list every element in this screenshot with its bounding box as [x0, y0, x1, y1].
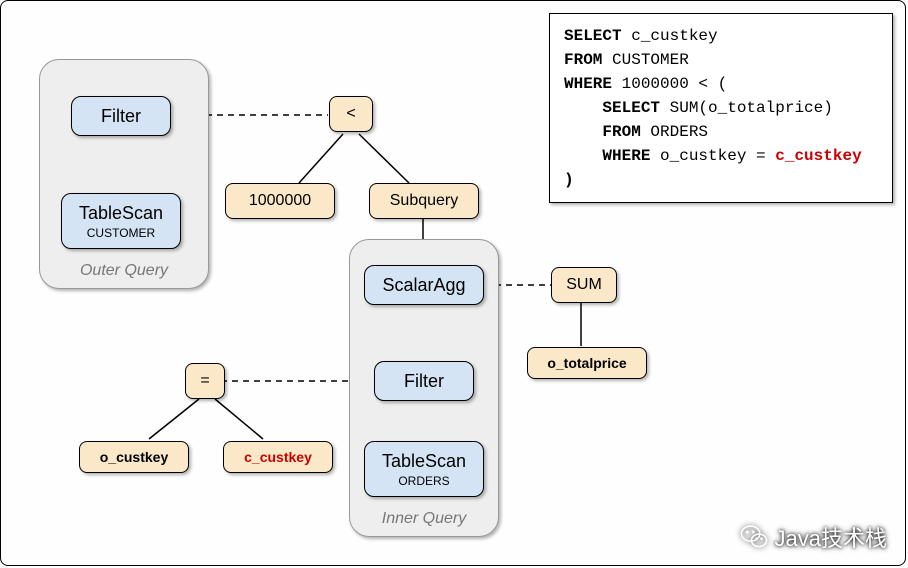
- totalprice-label: o_totalprice: [547, 355, 626, 371]
- inner-filter-node: Filter: [374, 361, 474, 401]
- wechat-icon: [739, 522, 769, 552]
- inner-filter-label: Filter: [404, 371, 444, 392]
- outer-tablescan-node: TableScan CUSTOMER: [61, 193, 181, 249]
- eq-operator: =: [185, 363, 225, 399]
- sql-indent: [564, 123, 602, 141]
- sql-kw: ): [564, 171, 574, 189]
- watermark: Java技术栈: [739, 521, 887, 553]
- sql-kw: SELECT: [564, 27, 622, 45]
- constant-million: 1000000: [225, 183, 335, 219]
- sql-indent: [564, 147, 602, 165]
- sql-kw: WHERE: [602, 147, 650, 165]
- outer-tablescan-label: TableScan: [79, 203, 163, 224]
- sum-node: SUM: [551, 267, 617, 303]
- outer-query-title: Outer Query: [40, 262, 208, 280]
- outer-query-group: Outer Query: [39, 59, 209, 289]
- ocustkey-node: o_custkey: [79, 441, 189, 473]
- sql-text: 1000000 < (: [612, 75, 727, 93]
- sql-text: o_custkey =: [650, 147, 775, 165]
- outer-filter-label: Filter: [101, 106, 141, 127]
- inner-tablescan-label: TableScan: [382, 451, 466, 472]
- ccustkey-node: c_custkey: [223, 441, 333, 473]
- ocustkey-label: o_custkey: [100, 449, 168, 465]
- million-label: 1000000: [249, 192, 311, 210]
- outer-filter-node: Filter: [71, 96, 171, 136]
- sql-red: c_custkey: [775, 147, 861, 165]
- lt-label: <: [346, 105, 355, 123]
- outer-tablename: CUSTOMER: [87, 226, 155, 240]
- scalaragg-node: ScalarAgg: [364, 265, 484, 305]
- watermark-text: Java技术栈: [775, 521, 887, 553]
- scalaragg-label: ScalarAgg: [382, 275, 465, 296]
- totalprice-node: o_totalprice: [527, 347, 647, 379]
- sql-code-box: SELECT c_custkey FROM CUSTOMER WHERE 100…: [549, 13, 893, 203]
- ccustkey-label: c_custkey: [244, 449, 312, 465]
- sql-indent: [564, 99, 602, 117]
- inner-query-title: Inner Query: [350, 510, 498, 528]
- sql-kw: SELECT: [602, 99, 660, 117]
- subquery-node: Subquery: [369, 183, 479, 219]
- sql-text: CUSTOMER: [602, 51, 688, 69]
- sql-kw: FROM: [564, 51, 602, 69]
- lt-operator: <: [329, 96, 373, 132]
- subquery-label: Subquery: [390, 192, 459, 210]
- sql-kw: WHERE: [564, 75, 612, 93]
- sql-text: ORDERS: [641, 123, 708, 141]
- eq-label: =: [200, 372, 209, 390]
- inner-tablename: ORDERS: [398, 474, 449, 488]
- inner-tablescan-node: TableScan ORDERS: [364, 441, 484, 497]
- diagram-canvas: Outer Query Filter TableScan CUSTOMER < …: [0, 0, 906, 566]
- sum-label: SUM: [566, 276, 602, 294]
- sql-text: c_custkey: [622, 27, 718, 45]
- sql-kw: FROM: [602, 123, 640, 141]
- sql-text: SUM(o_totalprice): [660, 99, 833, 117]
